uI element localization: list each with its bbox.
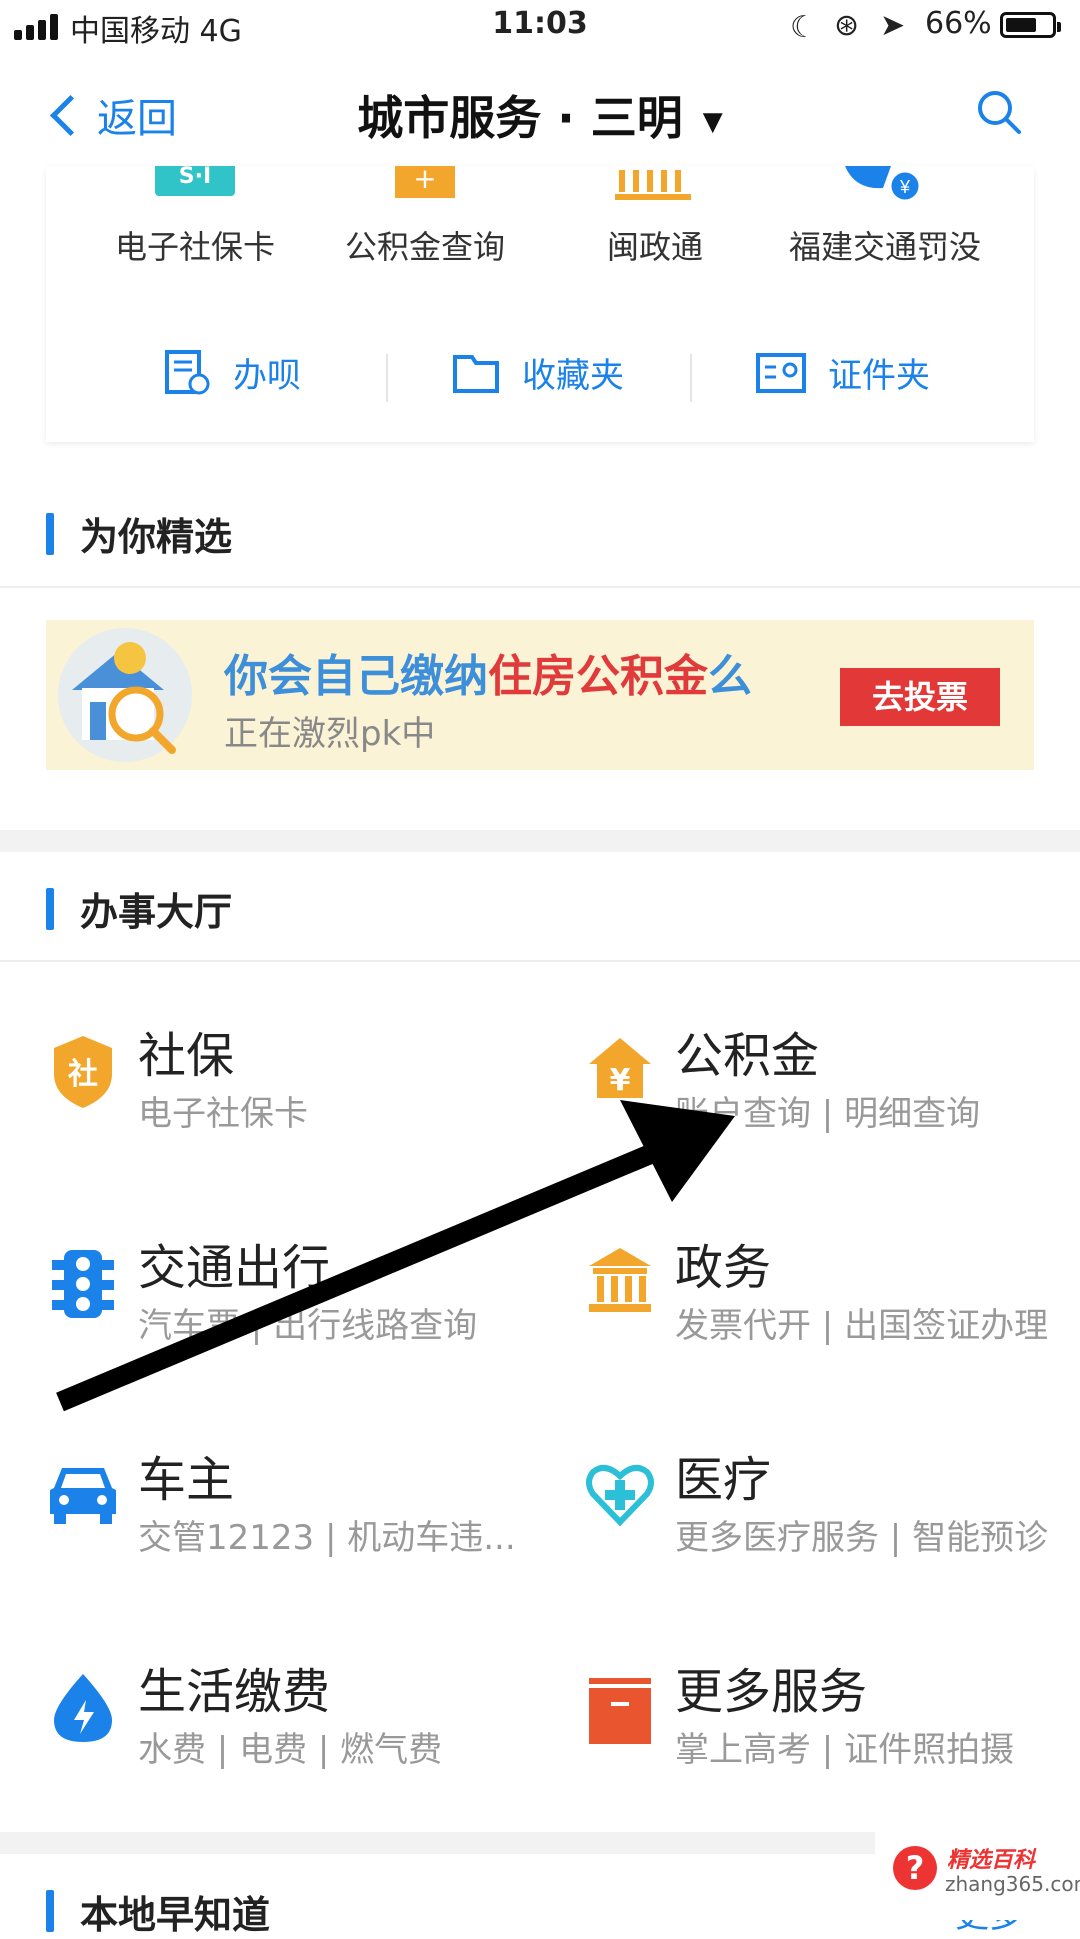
- service-government[interactable]: 政务 发票代开 | 出国签证办理: [585, 1228, 1080, 1388]
- watermark-url: zhang365.com: [945, 1872, 1080, 1896]
- divider: [386, 354, 388, 402]
- watermark-title: 精选百科: [947, 1848, 1036, 1873]
- service-name: 交通出行: [138, 1240, 331, 1296]
- task-list-icon: [165, 349, 210, 394]
- service-desc: 电子社保卡: [138, 1094, 308, 1134]
- quick-link-label: 收藏夹: [522, 356, 624, 396]
- service-name: 政务: [675, 1240, 772, 1296]
- divider: [0, 586, 1080, 588]
- service-car-owner[interactable]: 车主 交管12123 | 机动车违...: [48, 1440, 568, 1600]
- id-card-icon: [756, 352, 806, 393]
- service-name: 社保: [138, 1028, 235, 1084]
- moon-icon: ☾: [790, 10, 817, 45]
- service-desc: 交管12123 | 机动车违...: [138, 1518, 516, 1558]
- location-icon: ➤: [880, 8, 906, 43]
- battery-icon: [1000, 12, 1061, 38]
- ss-card-icon[interactable]: S·I: [155, 166, 235, 196]
- search-icon: [978, 91, 1021, 134]
- service-desc: 水费 | 电费 | 燃气费: [138, 1730, 443, 1770]
- house-magnifier-icon: [58, 628, 192, 762]
- traffic-fine-icon[interactable]: ¥: [845, 166, 925, 206]
- status-bar: 中国移动 4G 11:03 ☾ ⊛ ➤ 66%: [0, 0, 1080, 56]
- section-marker: [46, 1890, 54, 1932]
- service-desc: 发票代开 | 出国签证办理: [675, 1306, 1049, 1346]
- quick-link-banbei[interactable]: 办呗: [165, 348, 301, 397]
- service-name: 医疗: [675, 1452, 772, 1508]
- banner-subtitle: 正在激烈pk中: [224, 714, 436, 754]
- divider: [690, 354, 692, 402]
- service-social-security[interactable]: 社 社保 电子社保卡: [48, 1016, 568, 1176]
- rotation-lock-icon: ⊛: [834, 8, 860, 43]
- folder-icon: [453, 354, 499, 393]
- quick-link-cards[interactable]: 证件夹: [756, 348, 930, 397]
- service-desc: 汽车票 | 出行线路查询: [138, 1306, 478, 1346]
- ss-card-icon-text: S·I: [178, 164, 212, 189]
- service-desc: 掌上高考 | 证件照拍摄: [675, 1730, 1015, 1770]
- vote-button[interactable]: 去投票: [840, 668, 1000, 726]
- section-title-for-you: 为你精选: [80, 515, 233, 559]
- top-service-label[interactable]: 电子社保卡: [85, 222, 305, 268]
- service-desc: 账户查询 | 明细查询: [675, 1094, 981, 1134]
- page-title[interactable]: 城市服务 · 三明 ▼: [0, 82, 1080, 148]
- service-name: 公积金: [675, 1028, 820, 1084]
- top-service-label[interactable]: 福建交通罚没: [775, 222, 995, 268]
- service-more[interactable]: 更多服务 掌上高考 | 证件照拍摄: [585, 1652, 1080, 1812]
- fund-query-icon[interactable]: +: [395, 165, 455, 198]
- service-utilities[interactable]: 生活缴费 水费 | 电费 | 燃气费: [48, 1652, 568, 1812]
- water-drop-icon: [48, 1670, 118, 1742]
- government-building-icon[interactable]: [615, 166, 691, 202]
- clock: 11:03: [492, 6, 588, 41]
- quick-link-label: 办呗: [233, 356, 301, 396]
- nav-bar: 返回 城市服务 · 三明 ▼: [0, 56, 1080, 166]
- car-icon: [48, 1458, 118, 1528]
- page-title-text: 城市服务 · 三明: [357, 91, 683, 145]
- search-button[interactable]: [975, 88, 1023, 136]
- banner-headline: 你会自己缴纳住房公积金么: [224, 640, 752, 704]
- banner-text-1: 你会自己缴纳: [224, 651, 488, 702]
- banner-text-2: 么: [708, 651, 752, 702]
- traffic-light-icon: [48, 1246, 118, 1318]
- service-housing-fund[interactable]: ¥ 公积金 账户查询 | 明细查询: [585, 1016, 1080, 1176]
- service-transport[interactable]: 交通出行 汽车票 | 出行线路查询: [48, 1228, 568, 1388]
- section-title-local: 本地早知道: [80, 1893, 271, 1937]
- service-name: 车主: [138, 1452, 235, 1508]
- service-medical[interactable]: 医疗 更多医疗服务 | 智能预诊: [585, 1440, 1080, 1600]
- section-title-hall: 办事大厅: [80, 890, 233, 934]
- section-marker: [46, 888, 54, 930]
- section-gap: [0, 830, 1080, 852]
- dropdown-caret-icon: ▼: [702, 106, 723, 137]
- house-yuan-icon: ¥: [585, 1034, 655, 1104]
- banner-text-highlight: 住房公积金: [488, 651, 708, 702]
- shield-icon-text: 社: [68, 1057, 98, 1092]
- service-name: 更多服务: [675, 1664, 868, 1720]
- battery-percent: 66%: [925, 6, 992, 41]
- divider: [0, 960, 1080, 962]
- medical-heart-icon: [585, 1458, 655, 1528]
- service-desc: 更多医疗服务 | 智能预诊: [675, 1518, 1049, 1558]
- house-yuan-icon-text: ¥: [610, 1063, 631, 1098]
- more-box-icon: [585, 1670, 655, 1744]
- service-name: 生活缴费: [138, 1664, 331, 1720]
- top-service-label[interactable]: 闽政通: [545, 222, 765, 268]
- top-service-icons: S·I + ¥: [0, 165, 1080, 206]
- shield-icon: 社: [48, 1034, 118, 1108]
- quick-links: 办呗 收藏夹 证件夹: [0, 348, 1080, 408]
- watermark-logo: ? 精选百科 zhang365.com: [875, 1832, 1080, 1920]
- quick-link-label: 证件夹: [828, 356, 930, 396]
- section-marker: [46, 513, 54, 555]
- quick-link-favorites[interactable]: 收藏夹: [452, 348, 624, 397]
- svg-text:¥: ¥: [899, 177, 911, 197]
- top-service-label[interactable]: 公积金查询: [315, 222, 535, 268]
- question-icon: ?: [893, 1846, 937, 1890]
- government-building-icon: [585, 1246, 655, 1316]
